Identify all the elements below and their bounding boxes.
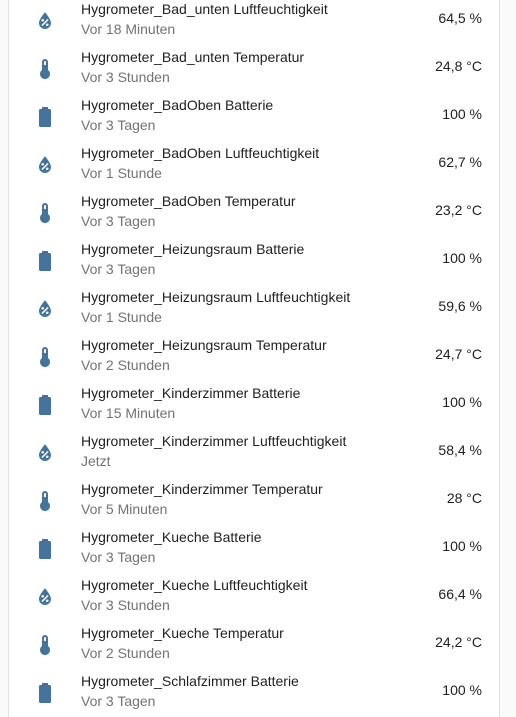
entity-name: Hygrometer_Kinderzimmer Batterie [81, 385, 301, 401]
thermometer-icon [33, 201, 57, 225]
last-changed: Vor 2 Stunden [81, 645, 170, 661]
entity-state: 24,8 °C [435, 58, 482, 74]
last-changed: Vor 3 Tagen [81, 693, 156, 709]
water-percent-icon [33, 441, 57, 465]
entity-name: Hygrometer_BadOben Batterie [81, 97, 274, 113]
entity-row[interactable]: Hygrometer_BadOben Temperatur Vor 3 Tagen… [9, 189, 499, 237]
entity-row[interactable]: Hygrometer_Heizungsraum Batterie Vor 3 Ta… [9, 237, 499, 285]
entity-state: 58,4 % [438, 442, 482, 458]
thermometer-icon [33, 633, 57, 657]
entity-name: Hygrometer_Bad_unten Luftfeuchtigkeit [81, 1, 328, 17]
last-changed: Vor 5 Minuten [81, 501, 168, 517]
entity-state: 24,7 °C [435, 346, 482, 362]
entity-state: 23,2 °C [435, 202, 482, 218]
entity-name: Hygrometer_BadOben Temperatur [81, 193, 296, 209]
water-percent-icon [33, 9, 57, 33]
entity-row[interactable]: Hygrometer_Schlafzimmer Batterie Vor 3 Ta… [9, 669, 499, 717]
entity-state: 66,4 % [438, 586, 482, 602]
battery-icon [33, 393, 57, 417]
last-changed: Vor 18 Minuten [81, 21, 176, 37]
entity-name: Hygrometer_Kueche Temperatur [81, 625, 284, 641]
entity-name: Hygrometer_Bad_unten Temperatur [81, 49, 305, 65]
entity-row[interactable]: Hygrometer_Kinderzimmer Batterie Vor 15 M… [9, 381, 499, 429]
entity-row[interactable]: Hygrometer_Bad_unten Temperatur Vor 3 Stu… [9, 45, 499, 93]
battery-icon [33, 249, 57, 273]
entity-row[interactable]: Hygrometer_Bad_unten Luftfeuchtigkeit Vor… [9, 0, 499, 45]
last-changed: Jetzt [81, 453, 111, 469]
last-changed: Vor 1 Stunde [81, 309, 162, 325]
entity-state: 100 % [442, 538, 482, 554]
entity-row[interactable]: Hygrometer_Heizungsraum Temperatur Vor 2 … [9, 333, 499, 381]
entity-name: Hygrometer_Schlafzimmer Batterie [81, 673, 299, 689]
entity-name: Hygrometer_Kueche Batterie [81, 529, 262, 545]
entity-state: 100 % [442, 394, 482, 410]
last-changed: Vor 3 Tagen [81, 549, 156, 565]
entity-row[interactable]: Hygrometer_BadOben Batterie Vor 3 Tagen 10… [9, 93, 499, 141]
last-changed: Vor 3 Stunden [81, 597, 170, 613]
entity-name: Hygrometer_Heizungsraum Temperatur [81, 337, 327, 353]
entity-name: Hygrometer_Kinderzimmer Luftfeuchtigkeit [81, 433, 347, 449]
entity-state: 24,2 °C [435, 634, 482, 650]
entity-name: Hygrometer_BadOben Luftfeuchtigkeit [81, 145, 320, 161]
water-percent-icon [33, 153, 57, 177]
entity-state: 100 % [442, 106, 482, 122]
entity-state: 100 % [442, 250, 482, 266]
entity-name: Hygrometer_Heizungsraum Luftfeuchtigkeit [81, 289, 351, 305]
last-changed: Vor 3 Tagen [81, 117, 156, 133]
entity-name: Hygrometer_Kueche Luftfeuchtigkeit [81, 577, 308, 593]
last-changed: Vor 3 Stunden [81, 69, 170, 85]
water-percent-icon [33, 297, 57, 321]
entities-card: Hygrometer_Bad_unten Luftfeuchtigkeit Vor… [8, 0, 500, 717]
last-changed: Vor 1 Stunde [81, 165, 162, 181]
entity-state: 62,7 % [438, 154, 482, 170]
entity-row[interactable]: Hygrometer_Kinderzimmer Luftfeuchtigkeit… [9, 429, 499, 477]
entity-name: Hygrometer_Kinderzimmer Temperatur [81, 481, 323, 497]
entity-row[interactable]: Hygrometer_Kueche Temperatur Vor 2 Stunde… [9, 621, 499, 669]
entity-name: Hygrometer_Heizungsraum Batterie [81, 241, 305, 257]
last-changed: Vor 3 Tagen [81, 261, 156, 277]
water-percent-icon [33, 585, 57, 609]
thermometer-icon [33, 57, 57, 81]
last-changed: Vor 2 Stunden [81, 357, 170, 373]
entity-row[interactable]: Hygrometer_Kinderzimmer Temperatur Vor 5 … [9, 477, 499, 525]
entity-state: 64,5 % [438, 10, 482, 26]
entity-state: 28 °C [446, 490, 482, 506]
battery-icon [33, 105, 57, 129]
thermometer-icon [33, 489, 57, 513]
thermometer-icon [33, 345, 57, 369]
entity-row[interactable]: Hygrometer_Kueche Luftfeuchtigkeit Vor 3 … [9, 573, 499, 621]
entity-state: 100 % [442, 682, 482, 698]
last-changed: Vor 15 Minuten [81, 405, 176, 421]
battery-icon [33, 681, 57, 705]
entity-row[interactable]: Hygrometer_Heizungsraum Luftfeuchtigkeit… [9, 285, 499, 333]
battery-icon [33, 537, 57, 561]
entity-row[interactable]: Hygrometer_Kueche Batterie Vor 3 Tagen 100… [9, 525, 499, 573]
entity-row[interactable]: Hygrometer_BadOben Luftfeuchtigkeit Vor 1… [9, 141, 499, 189]
entity-state: 59,6 % [438, 298, 482, 314]
last-changed: Vor 3 Tagen [81, 213, 156, 229]
